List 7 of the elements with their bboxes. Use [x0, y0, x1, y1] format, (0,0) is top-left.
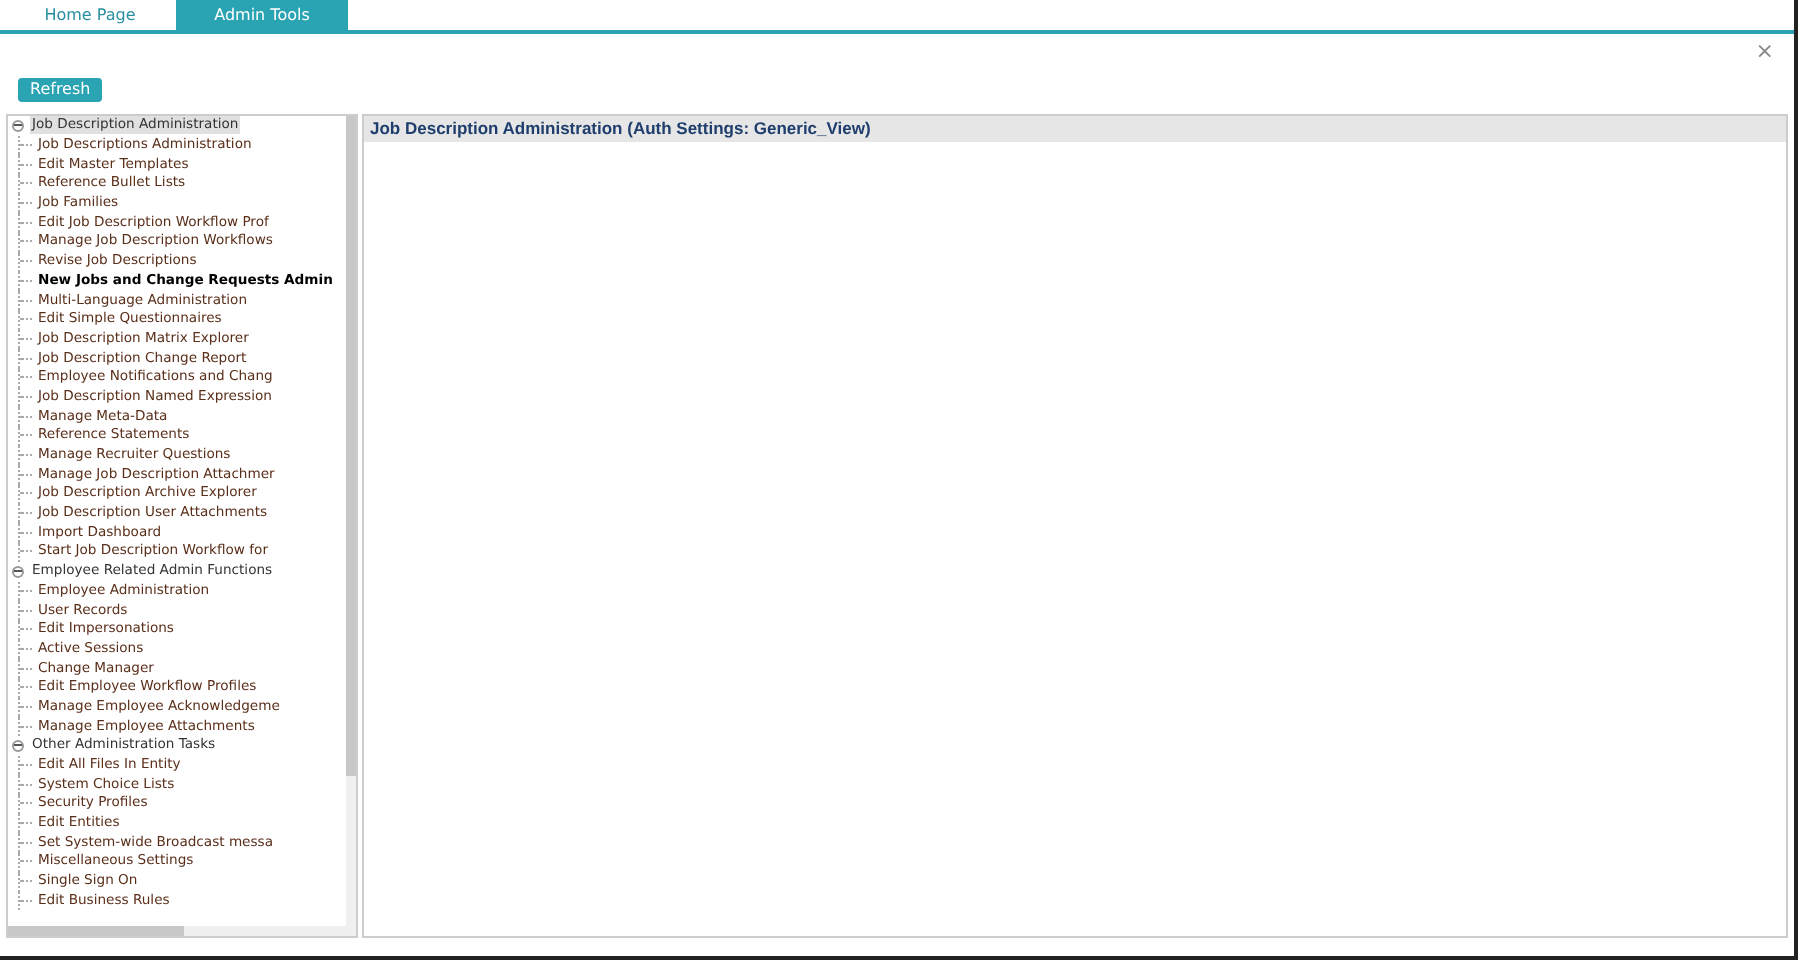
- collapse-icon[interactable]: [12, 739, 24, 752]
- scrollbar[interactable]: [346, 116, 356, 936]
- collapse-icon[interactable]: [12, 119, 24, 132]
- scrollbar[interactable]: [8, 926, 346, 936]
- close-icon[interactable]: ×: [1755, 42, 1774, 102]
- collapse-icon[interactable]: [12, 565, 24, 578]
- panel-title: Job Description Administration (Auth Settings: Generic_View): [364, 116, 1786, 142]
